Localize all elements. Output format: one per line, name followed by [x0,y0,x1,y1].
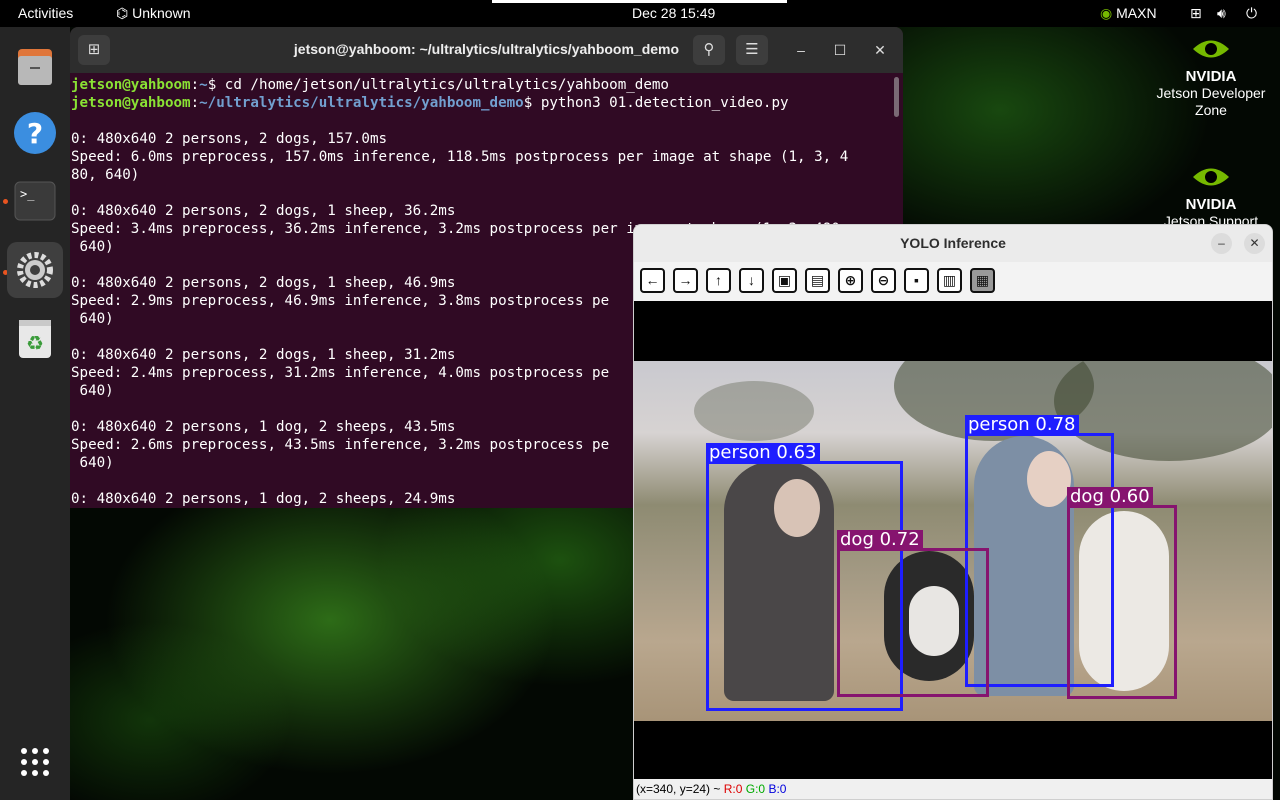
image-canvas[interactable]: person 0.63 person 0.78 dog 0.72 dog 0.6… [634,301,1272,781]
network-indicator[interactable]: ⌬ Unknown [116,5,191,22]
minimize-button[interactable]: – [792,41,810,59]
terminal-output-line: 0: 480x640 2 persons, 2 dogs, 1 sheep, 3… [71,203,456,219]
terminal-output-line: 0: 480x640 2 persons, 2 dogs, 157.0ms [71,131,388,147]
arrow-down-icon[interactable]: ↓ [739,268,764,293]
green-value: G:0 [745,782,766,796]
dock: ? >_ ♻ [0,27,70,800]
forward-icon[interactable]: → [673,268,698,293]
detection-box-dog [837,548,989,697]
svg-text:>_: >_ [20,187,35,201]
terminal-icon: >_ [14,181,56,221]
network-icon: ⌬ [116,5,129,21]
desktop-icon-developer-zone[interactable]: NVIDIA Jetson Developer Zone [1150,34,1272,119]
yolo-headerbar: YOLO Inference – ✕ [634,225,1272,262]
window-title-pill [492,0,787,3]
menu-button[interactable]: ☰ [736,35,768,65]
svg-text:♻: ♻ [26,331,44,355]
clipboard-icon[interactable]: ▥ [937,268,962,293]
help-icon: ? [14,112,56,154]
prompt-line: jetson@yahboom:~$ cd /home/jetson/ultral… [71,77,669,93]
arrow-up-icon[interactable]: ↑ [706,268,731,293]
app-grid-icon [21,748,49,776]
dock-files[interactable] [7,39,63,95]
search-button[interactable]: ⚲ [693,35,725,65]
status-bar: (x=340, y=24) ~ R:0 G:0 B:0 [634,779,1272,799]
yolo-title: YOLO Inference [900,235,1006,251]
power-mode-indicator[interactable]: ◉ MAXN [1100,5,1157,22]
show-apps-button[interactable] [7,734,63,790]
back-icon[interactable]: ← [640,268,665,293]
detection-box-dog [1067,505,1177,699]
icon-label: Jetson Support [1163,213,1259,224]
properties-icon[interactable]: ▦ [970,268,995,293]
blue-value: B:0 [768,782,787,796]
network-wired-icon[interactable]: ⊞ [1190,5,1202,22]
detection-label: dog 0.60 [1067,487,1153,506]
terminal-output-line: 80, 640) [71,167,140,183]
dock-settings[interactable] [7,242,63,298]
zoom-in-icon[interactable]: ⊕ [838,268,863,293]
svg-text:?: ? [27,117,43,150]
desktop-icon-support[interactable]: NVIDIA Jetson Support [1150,162,1272,224]
detection-label: dog 0.72 [837,530,923,549]
detection-label: person 0.78 [965,415,1079,434]
top-bar: Activities ⌬ Unknown Dec 28 15:49 ◉ MAXN… [0,0,1280,27]
activities-button[interactable]: Activities [18,5,73,21]
close-button[interactable]: ✕ [1244,233,1265,254]
dock-trash[interactable]: ♻ [7,312,63,368]
terminal-output-line: Speed: 6.0ms preprocess, 157.0ms inferen… [71,149,849,165]
minimize-button[interactable]: – [1211,233,1232,254]
clock[interactable]: Dec 28 15:49 [632,5,715,21]
volume-icon[interactable]: 🔊︎ [1217,5,1226,22]
trash-icon: ♻ [19,320,51,358]
files-icon [18,49,52,85]
nvidia-brand: NVIDIA [1185,68,1237,85]
nvidia-brand: NVIDIA [1185,196,1237,213]
detection-label: person 0.63 [706,443,820,462]
red-value: R:0 [723,782,743,796]
power-mode-label: MAXN [1116,5,1157,21]
nvidia-logo-icon [1193,168,1229,186]
icon-label: Jetson Developer Zone [1156,85,1266,118]
save-icon[interactable]: ▪ [904,268,929,293]
image-edit-icon[interactable]: ▤ [805,268,830,293]
hamburger-icon: ☰ [745,41,759,58]
yolo-window[interactable]: YOLO Inference – ✕ ← → ↑ ↓ ▣ ▤ ⊕ ⊖ ▪ ▥ ▦ [633,224,1273,800]
nvidia-icon: ◉ [1100,5,1113,21]
dock-terminal[interactable]: >_ [7,173,63,229]
maximize-button[interactable]: ☐ [831,41,849,59]
settings-gear-icon [17,252,53,288]
terminal-headerbar: ⊞ jetson@yahboom: ~/ultralytics/ultralyt… [70,27,903,73]
zoom-out-icon[interactable]: ⊖ [871,268,896,293]
dock-help[interactable]: ? [7,105,63,161]
prompt-line: jetson@yahboom:~/ultralytics/ultralytics… [71,95,789,111]
terminal-scrollbar[interactable] [894,77,899,117]
cursor-coords: (x=340, y=24) ~ [636,782,724,796]
power-icon[interactable]: ⏻ [1246,5,1257,22]
terminal-title: jetson@yahboom: ~/ultralytics/ultralytic… [293,41,680,57]
network-label: Unknown [132,5,191,21]
search-icon: ⚲ [703,41,715,58]
close-button[interactable]: ✕ [871,41,889,59]
image-icon[interactable]: ▣ [772,268,797,293]
nvidia-logo-icon [1193,40,1229,58]
